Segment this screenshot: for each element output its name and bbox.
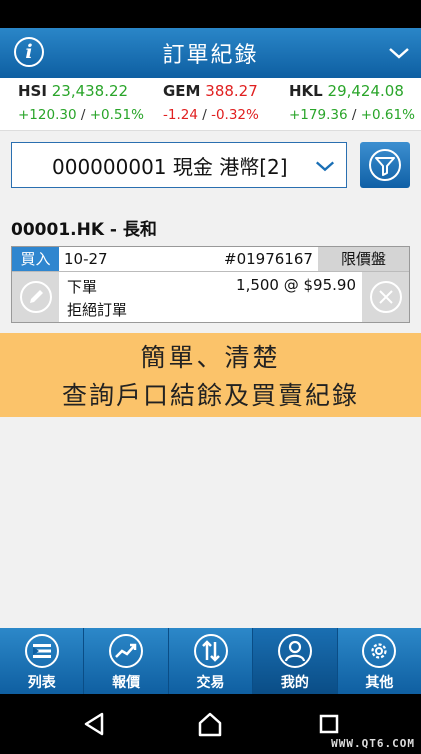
recent-apps-icon[interactable] [315,710,343,738]
filter-button[interactable] [360,142,410,188]
promo-line-1: 簡單、清楚 [140,343,281,372]
order-type: 限價盤 [318,247,409,271]
order-card[interactable]: 買入 10-27 #01976167 限價盤 下單 1,500 @ $95.90… [11,246,410,323]
ticker-hsi[interactable]: HSI 23,438.22 +120.30 / +0.51% [18,82,144,123]
order-quantity-price: 1,500 @ $95.90 [236,276,356,294]
ticker-code: HSI [18,82,47,100]
user-icon [277,634,312,668]
order-number: #01976167 [224,250,313,268]
nav-label: 列表 [27,675,56,691]
ticker-percent: +0.51% [89,107,144,123]
filter-icon [369,149,401,181]
order-action: 下單 [67,278,98,296]
ticker-gem[interactable]: GEM 388.27 -1.24 / -0.32% [163,82,259,123]
promo-banner: 簡單、清楚 查詢戶口結餘及買賣紀錄 [0,333,421,417]
system-nav-bar: WWW.QT6.COM [0,694,421,754]
ticker-change: -1.24 [163,107,198,123]
chevron-down-icon [315,161,335,172]
edit-order-button[interactable] [12,272,59,322]
nav-label: 我的 [280,675,309,691]
nav-item-my[interactable]: 我的 [253,628,338,694]
nav-label: 其他 [365,675,394,691]
promo-line-2: 查詢戶口結餘及買賣紀錄 [61,381,359,410]
close-icon [369,281,402,313]
ticker-code: HKL [289,82,323,100]
chevron-down-icon[interactable] [387,41,411,65]
trend-chart-icon [109,634,144,668]
pencil-icon [19,281,52,313]
back-icon[interactable] [80,710,108,738]
list-icon [24,634,59,668]
ticker-value: 388.27 [205,82,258,100]
info-icon[interactable]: i [14,37,44,67]
order-status: 拒絕訂單 [67,301,128,319]
order-date: 10-27 [64,250,108,268]
bottom-nav: 列表 報價 交易 我的 其他 [0,628,421,694]
ticker-percent: -0.32% [211,107,259,123]
ticker-value: 29,424.08 [327,82,404,100]
ticker-value: 23,438.22 [51,82,129,100]
account-select[interactable]: 000000001 現金 港幣[2] [11,142,347,188]
home-icon[interactable] [196,710,224,738]
nav-label: 報價 [112,675,141,691]
cancel-order-button[interactable] [362,272,409,322]
ticker-change: +179.36 [289,107,348,123]
nav-item-list[interactable]: 列表 [0,628,85,694]
ticker-change: +120.30 [18,107,77,123]
page-title: 訂單紀錄 [162,43,259,68]
status-bar [0,0,421,28]
ticker-hkl[interactable]: HKL 29,424.08 +179.36 / +0.61% [289,82,415,123]
app-bar: i 訂單紀錄 [0,28,421,78]
nav-item-quote[interactable]: 報價 [84,628,169,694]
watermark: WWW.QT6.COM [331,737,415,750]
ticker-percent: +0.61% [360,107,415,123]
order-header: 買入 10-27 #01976167 限價盤 [12,247,409,272]
account-select-value: 000000001 現金 港幣[2] [52,154,288,179]
nav-item-other[interactable]: 其他 [338,628,421,694]
ticker-code: GEM [163,82,201,100]
order-side-badge: 買入 [12,247,59,271]
market-ticker: HSI 23,438.22 +120.30 / +0.51% GEM 388.2… [0,78,421,131]
stock-title: 00001.HK - 長和 [11,220,157,240]
nav-item-trade[interactable]: 交易 [169,628,254,694]
nav-label: 交易 [196,675,225,691]
gear-icon [362,634,397,668]
trade-arrows-icon [193,634,228,668]
